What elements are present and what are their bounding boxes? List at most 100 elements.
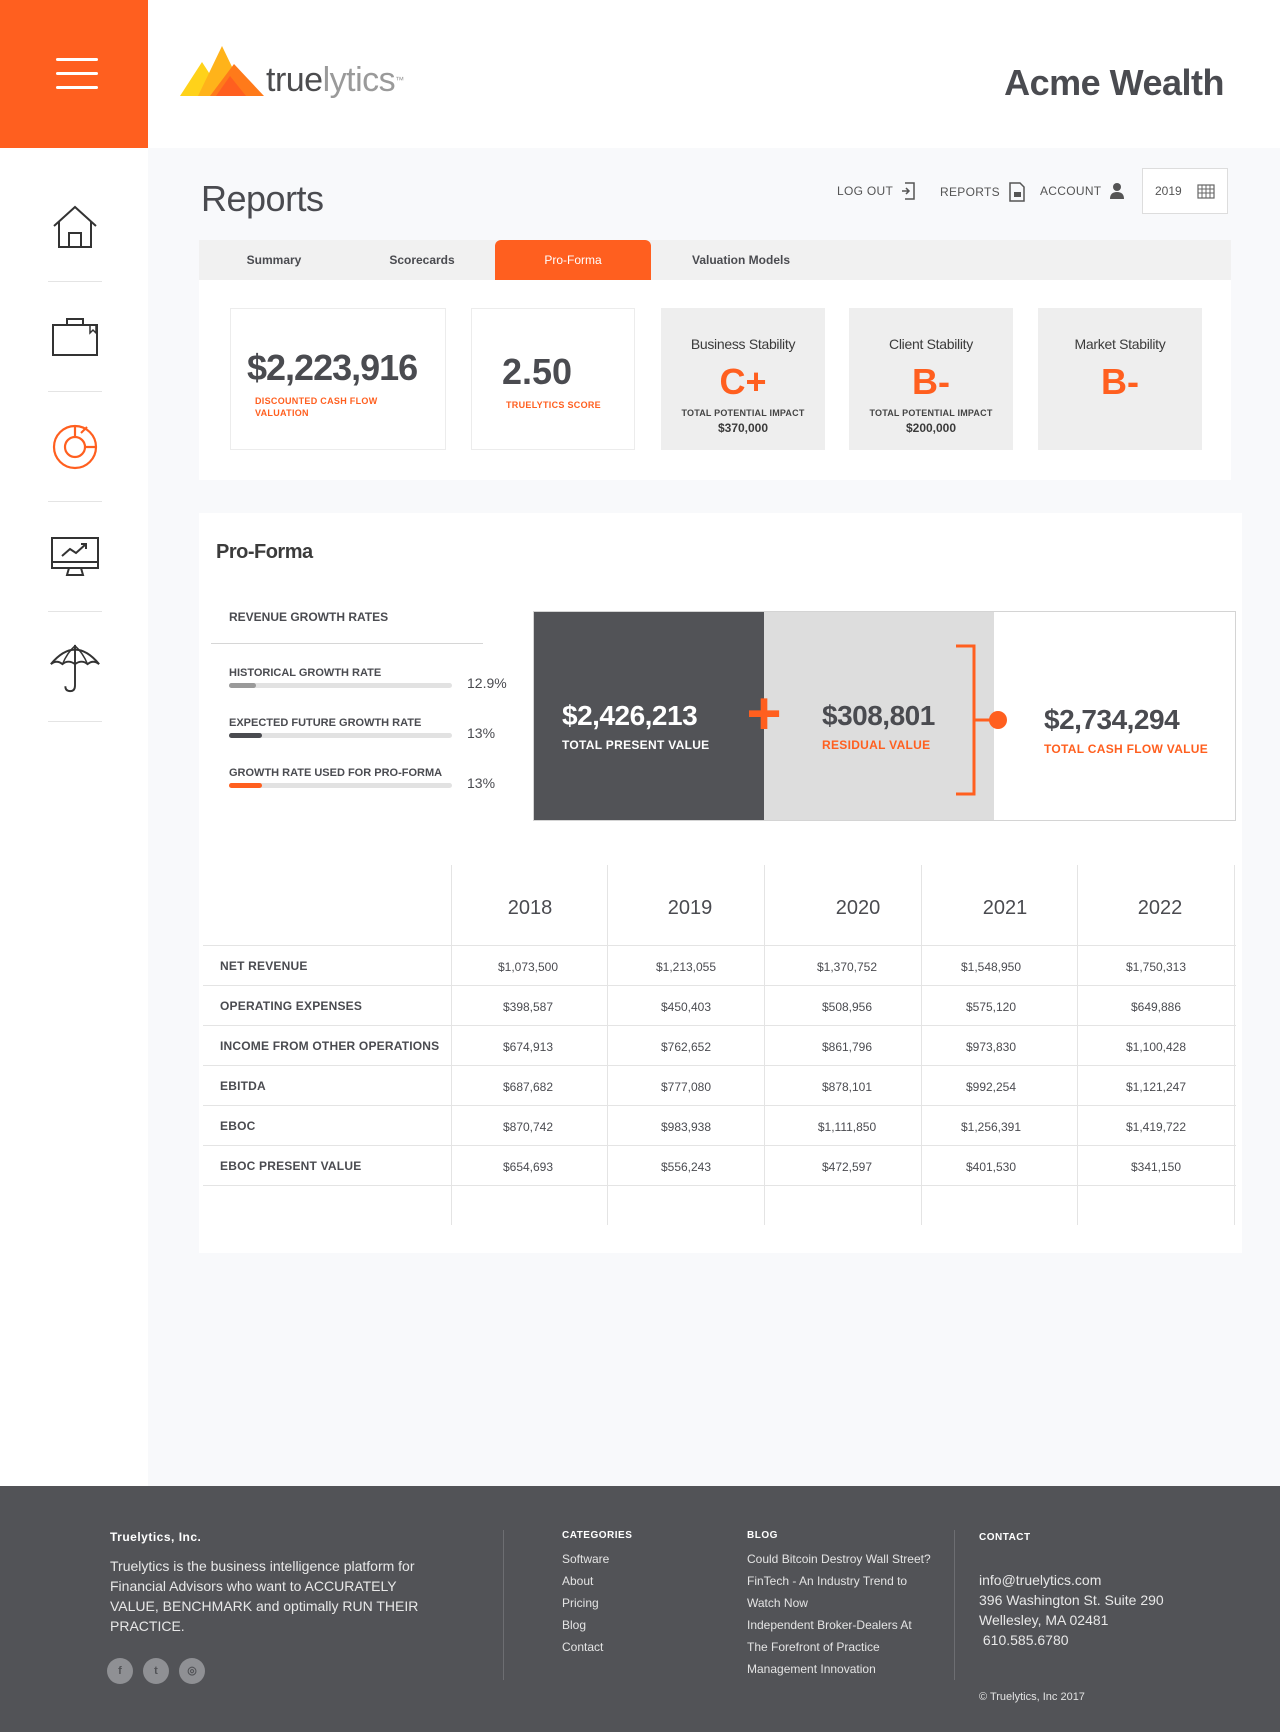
tab-pro-forma[interactable]: Pro-Forma: [495, 240, 651, 280]
dribbble-icon[interactable]: ◎: [179, 1658, 205, 1684]
logout-link[interactable]: LOG OUT: [837, 182, 917, 200]
business-stability-card: Business Stability C+ TOTAL POTENTIAL IM…: [661, 308, 825, 450]
logout-icon: [902, 182, 915, 200]
present-value-block: $2,426,213 TOTAL PRESENT VALUE: [534, 612, 764, 820]
table-cell: $556,243: [660, 1160, 712, 1174]
growth-rate-label: HISTORICAL GROWTH RATE: [229, 667, 382, 679]
table-cell: $1,370,752: [816, 960, 878, 974]
blog-link[interactable]: Management Innovation: [747, 1658, 876, 1680]
table-cell: $575,120: [965, 1000, 1017, 1014]
table-row-label: EBOC: [220, 1119, 256, 1133]
tab-valuation-models[interactable]: Valuation Models: [651, 240, 831, 280]
growth-rate-row: EXPECTED FUTURE GROWTH RATE 13%: [229, 717, 499, 741]
blog-link[interactable]: The Forefront of Practice: [747, 1636, 880, 1658]
table-cell: $870,742: [502, 1120, 554, 1134]
account-link[interactable]: ACCOUNT: [1040, 182, 1125, 200]
impact-value: $200,000: [905, 421, 957, 435]
footer-company: Truelytics, Inc.: [110, 1530, 202, 1544]
hamburger-icon: [56, 58, 98, 61]
table-cell: $508,956: [821, 1000, 873, 1014]
table-cell: $654,693: [502, 1160, 554, 1174]
sidebar-item-reports[interactable]: [48, 392, 102, 502]
hamburger-icon-bar: [56, 72, 98, 75]
table-cell: $1,111,850: [817, 1120, 877, 1134]
categories-heading: CATEGORIES: [562, 1530, 633, 1541]
footer-link-contact[interactable]: Contact: [562, 1636, 603, 1658]
present-value-label: TOTAL PRESENT VALUE: [562, 738, 710, 752]
footer-divider: [503, 1530, 504, 1680]
reports-label: REPORTS: [940, 185, 1000, 199]
tab-summary[interactable]: Summary: [199, 240, 349, 280]
client-stability-card: Client Stability B- TOTAL POTENTIAL IMPA…: [849, 308, 1013, 450]
facebook-icon[interactable]: f: [107, 1658, 133, 1684]
total-value-content: $2,734,294 TOTAL CASH FLOW VALUE: [1044, 704, 1208, 756]
table-cell: $674,913: [502, 1040, 554, 1054]
valuation-breakdown: $2,426,213 TOTAL PRESENT VALUE $308,801 …: [533, 611, 1236, 821]
table-row-label: EBITDA: [220, 1079, 266, 1093]
umbrella-icon: [50, 644, 100, 693]
table-cell: $1,548,950: [960, 960, 1022, 974]
table-divider: [1234, 865, 1235, 1225]
stability-title: Business Stability: [690, 336, 796, 352]
menu-button[interactable]: [0, 0, 148, 148]
residual-value-amount: $308,801: [822, 700, 935, 731]
sidebar-item-portfolio[interactable]: [48, 282, 102, 392]
footer-link-software[interactable]: Software: [562, 1548, 609, 1570]
logout-label: LOG OUT: [837, 184, 894, 198]
reports-link[interactable]: REPORTS: [940, 182, 1026, 202]
footer-link-blog[interactable]: Blog: [562, 1614, 586, 1636]
contact-phone[interactable]: 610.585.6780: [979, 1630, 1069, 1650]
table-cell: $401,530: [965, 1160, 1017, 1174]
footer-divider: [954, 1530, 955, 1680]
total-cash-flow-label: TOTAL CASH FLOW VALUE: [1044, 742, 1209, 756]
growth-rate-row: GROWTH RATE USED FOR PRO-FORMA 13%: [229, 767, 499, 791]
table-cell: $1,213,055: [655, 960, 717, 974]
footer-link-about[interactable]: About: [562, 1570, 593, 1592]
table-cell: $649,886: [1130, 1000, 1182, 1014]
growth-rate-value: 13%: [467, 725, 496, 741]
stability-grade: B-: [1101, 361, 1139, 402]
footer-link-pricing[interactable]: Pricing: [562, 1592, 599, 1614]
year-value: 2019: [1155, 184, 1182, 198]
sidebar-item-insurance[interactable]: [48, 612, 102, 722]
blog-link[interactable]: Watch Now: [747, 1592, 808, 1614]
year-picker[interactable]: 2019: [1142, 168, 1228, 214]
table-cell: $878,101: [821, 1080, 873, 1094]
sidebar-item-analytics[interactable]: [48, 502, 102, 612]
bracket-connector-icon: [956, 644, 1007, 796]
present-value-content: $2,426,213 TOTAL PRESENT VALUE: [562, 700, 710, 752]
blog-link[interactable]: FinTech - An Industry Trend to: [747, 1570, 907, 1592]
table-cell: $472,597: [821, 1160, 873, 1174]
table-cell: $450,403: [660, 1000, 712, 1014]
residual-value-label: RESIDUAL VALUE: [822, 738, 931, 752]
table-cell: $1,256,391: [960, 1120, 1022, 1134]
growth-rate-value: 12.9%: [467, 675, 507, 691]
growth-rates-heading: REVENUE GROWTH RATES: [229, 610, 389, 624]
pro-forma-title: Pro-Forma: [216, 541, 313, 563]
monitor-chart-icon: [51, 537, 99, 576]
truelytics-score-label: TRUELYTICS SCORE: [506, 400, 601, 410]
company-name: Acme Wealth: [1004, 62, 1224, 103]
table-divider: [203, 1145, 1236, 1146]
truelytics-logo[interactable]: truelytics™: [180, 42, 404, 100]
truelytics-score-value: 2.50: [502, 351, 573, 392]
table-row-label: NET REVENUE: [220, 959, 308, 973]
year-header: 2020: [835, 897, 881, 919]
sidebar-item-home[interactable]: [48, 172, 102, 282]
growth-rate-bar-fill: [229, 733, 263, 738]
tab-bar: Summary Scorecards Pro-Forma Valuation M…: [199, 240, 1231, 280]
tab-scorecards[interactable]: Scorecards: [349, 240, 495, 280]
blog-link[interactable]: Could Bitcoin Destroy Wall Street?: [747, 1548, 931, 1570]
twitter-icon[interactable]: t: [143, 1658, 169, 1684]
briefcase-icon: [52, 318, 98, 356]
blog-link[interactable]: Independent Broker-Dealers At: [747, 1614, 912, 1636]
market-stability-card: Market Stability B-: [1038, 308, 1202, 450]
table-cell: $983,938: [660, 1120, 712, 1134]
table-row-label: INCOME FROM OTHER OPERATIONS: [220, 1039, 440, 1053]
table-cell: $687,682: [502, 1080, 554, 1094]
table-cell: $1,419,722: [1125, 1120, 1187, 1134]
year-header: 2021: [982, 897, 1028, 919]
growth-rate-row: HISTORICAL GROWTH RATE 12.9%: [229, 667, 507, 691]
contact-email[interactable]: info@truelytics.com: [979, 1570, 1101, 1590]
table-cell: $398,587: [502, 1000, 554, 1014]
